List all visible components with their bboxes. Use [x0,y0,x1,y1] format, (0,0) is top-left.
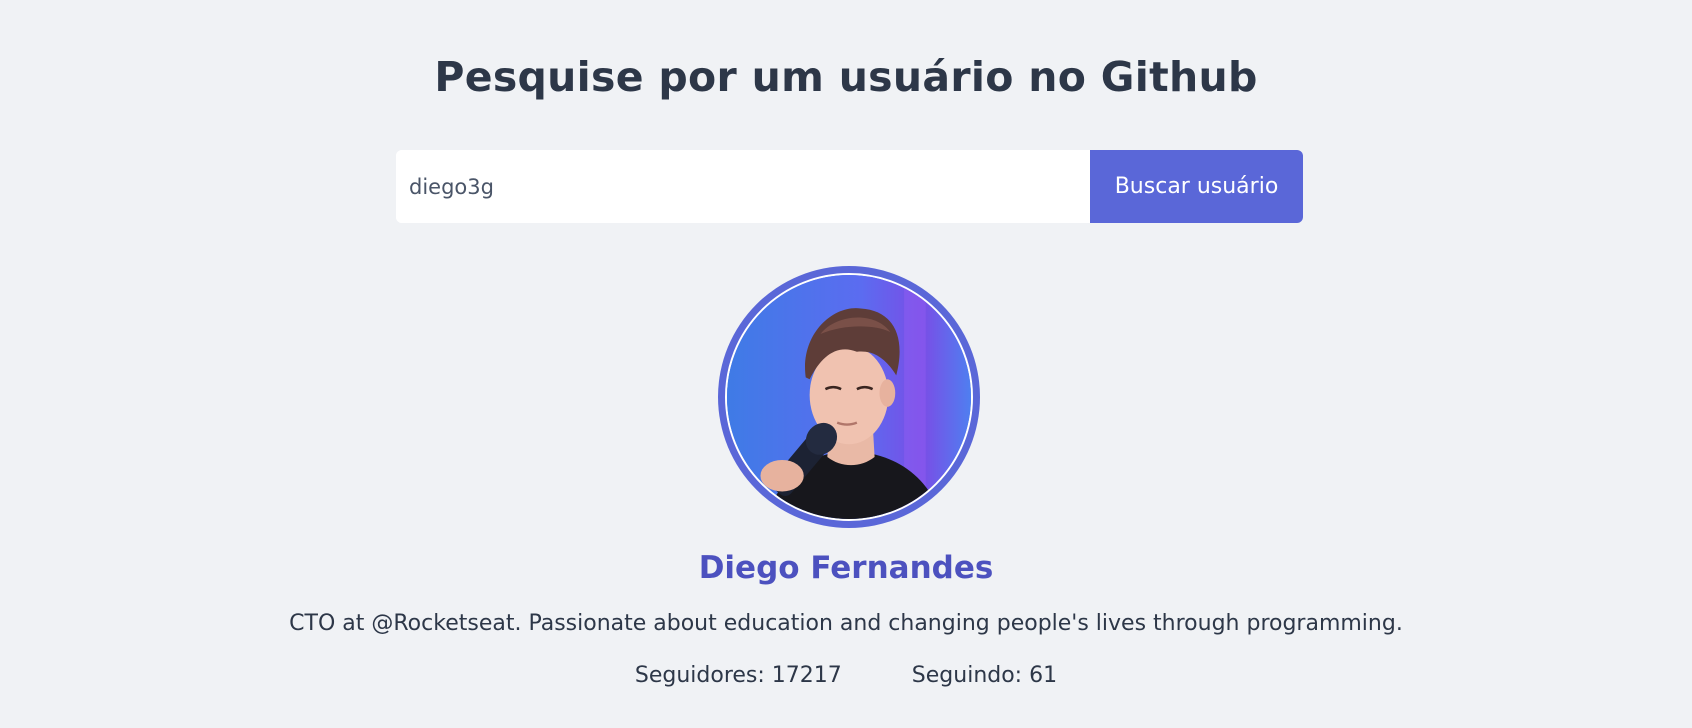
avatar-image [727,275,971,519]
user-stats: Seguidores: 17217 Seguindo: 61 [0,658,1692,694]
followers-label: Seguidores: [634,663,765,688]
username-search-input[interactable] [396,150,1090,223]
followers-stat: Seguidores: 17217 [635,658,842,694]
following-label: Seguindo: [911,663,1023,688]
user-bio: CTO at @Rocketseat. Passionate about edu… [289,611,1403,636]
followers-count: 17217 [771,663,842,688]
search-form: Buscar usuário [396,150,1303,223]
page: Pesquise por um usuário no Github Buscar… [0,0,1692,728]
avatar-ring [718,266,980,528]
page-title: Pesquise por um usuário no Github [434,53,1258,101]
user-name: Diego Fernandes [698,550,994,586]
following-count: 61 [1029,663,1058,688]
avatar [725,273,973,521]
search-user-button[interactable]: Buscar usuário [1090,150,1303,223]
following-stat: Seguindo: 61 [912,658,1057,694]
